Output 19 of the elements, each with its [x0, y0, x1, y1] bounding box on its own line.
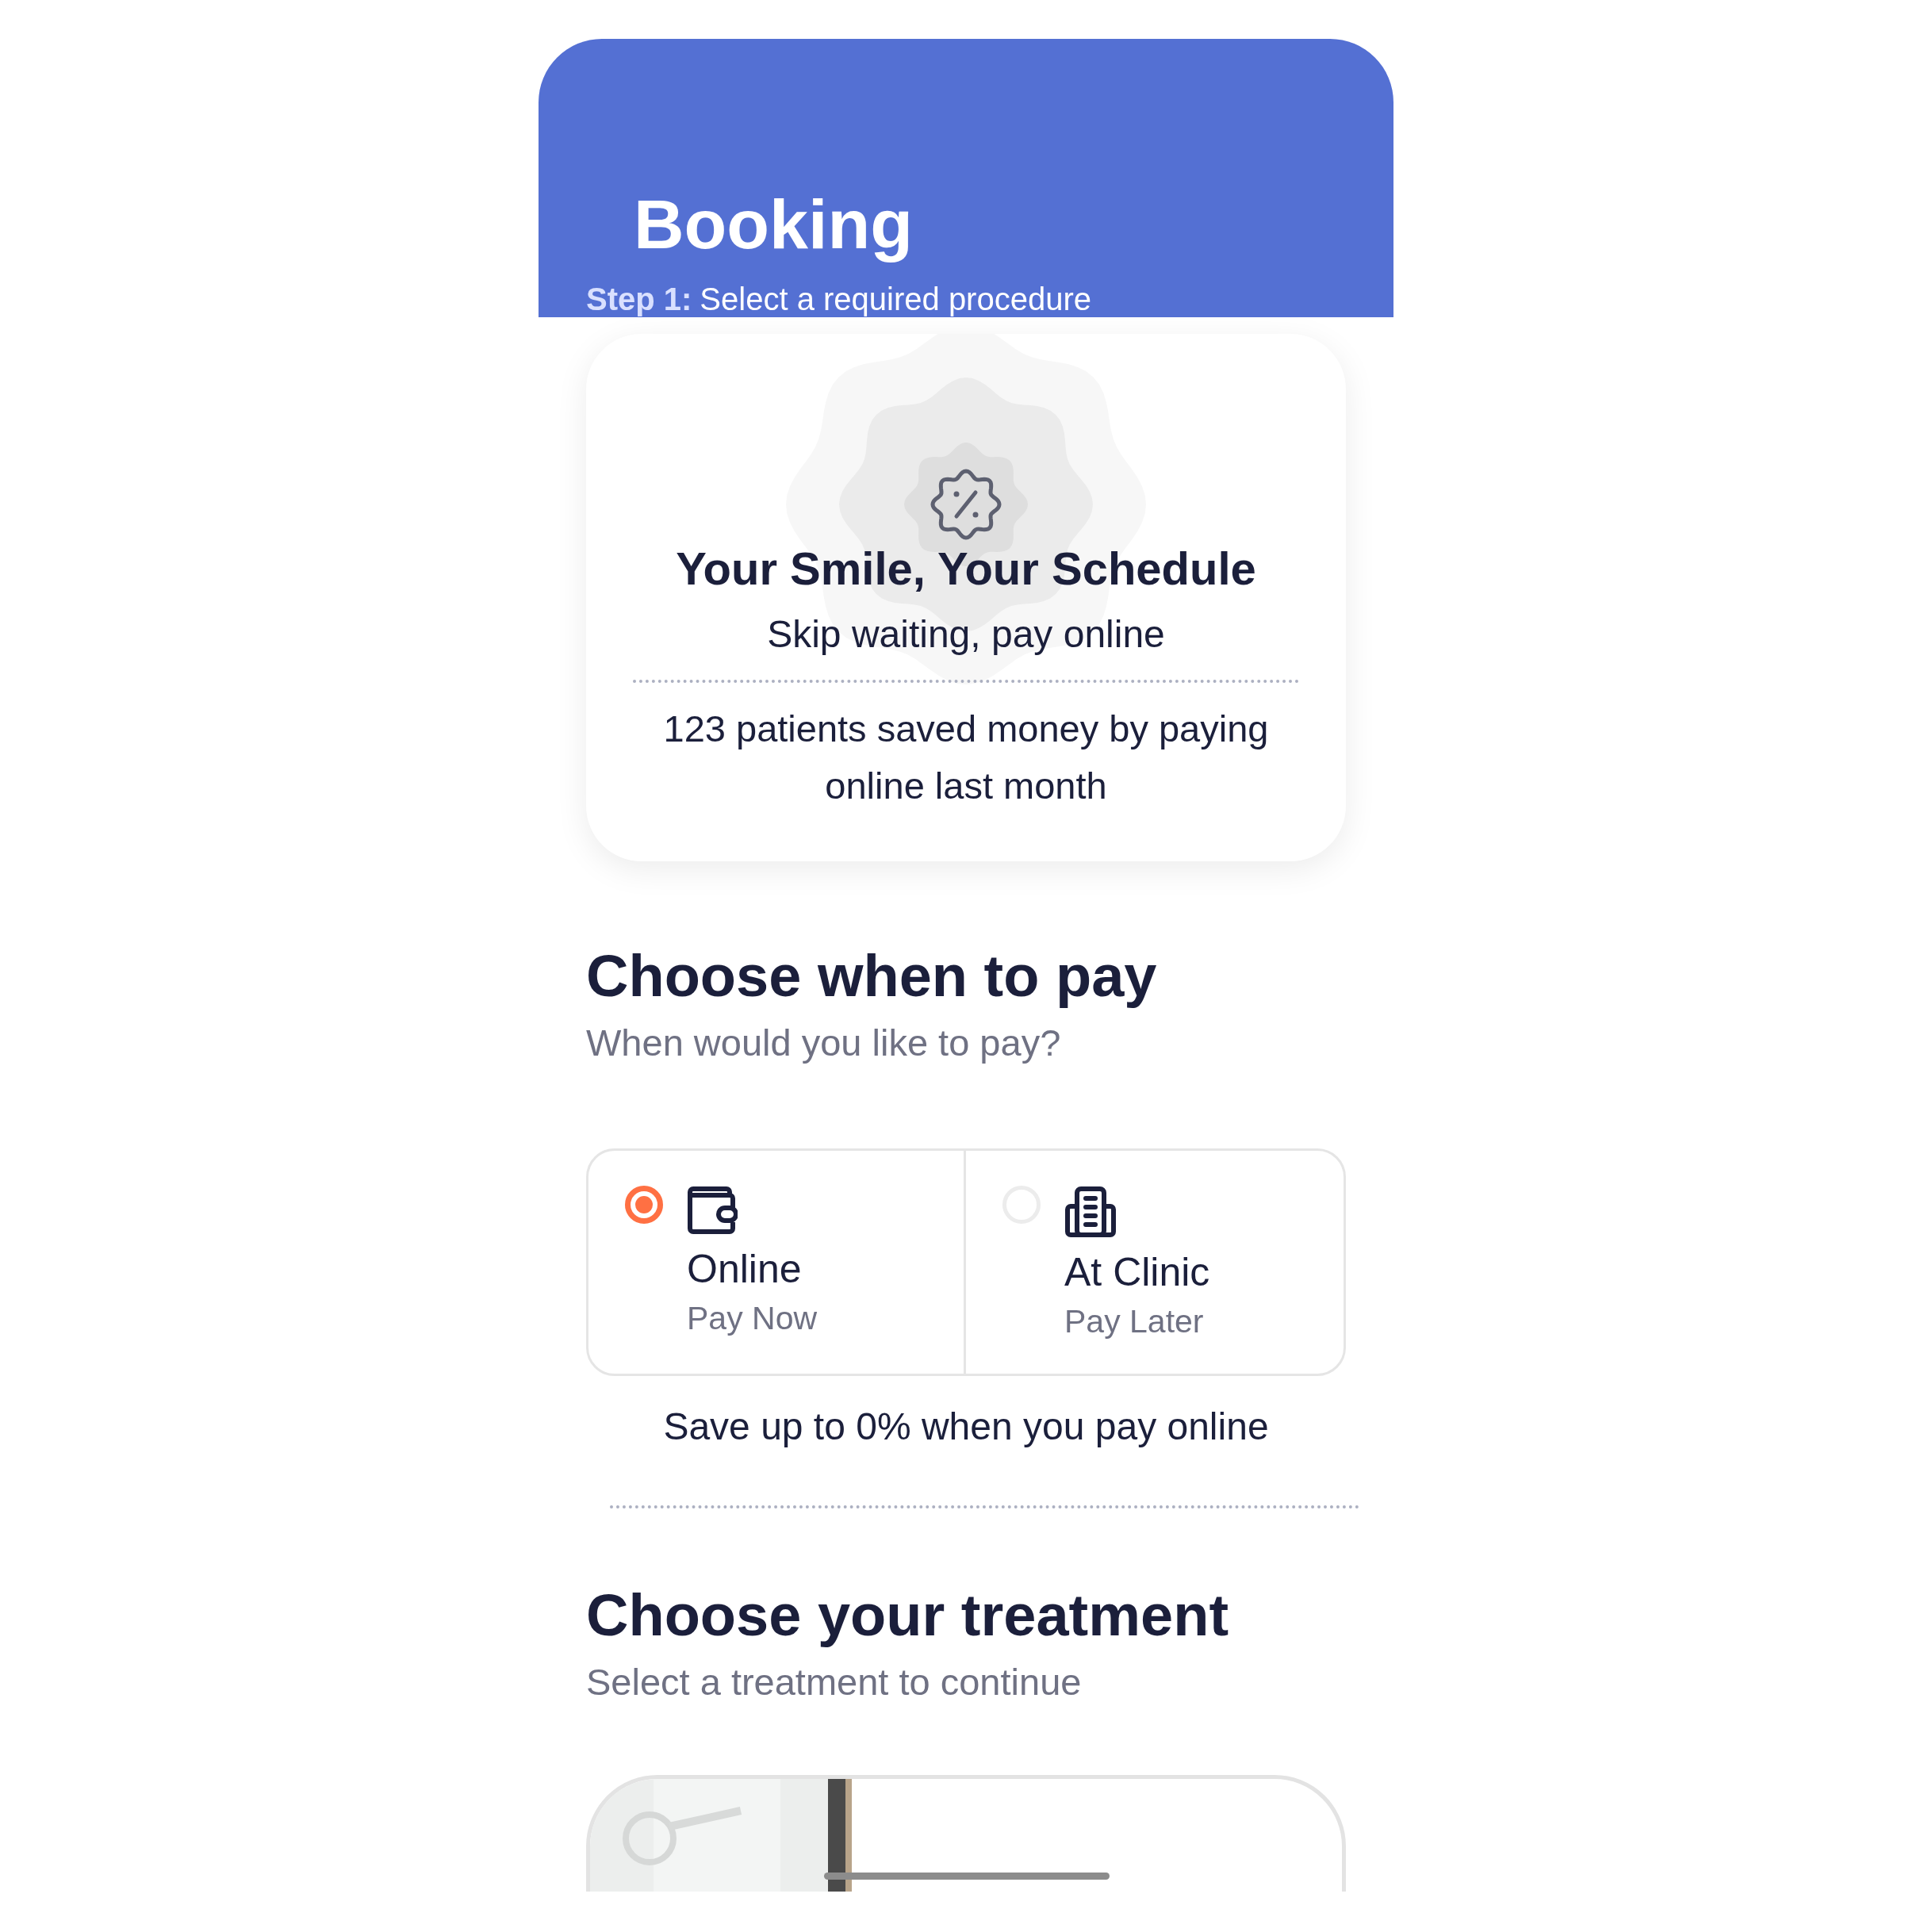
option-title: At Clinic	[1064, 1249, 1210, 1295]
promo-stat: 123 patients saved money by paying online last month	[662, 707, 1270, 808]
savings-note: Save up to 0% when you pay online	[662, 1405, 1270, 1448]
payment-option[interactable]: At Clinic Pay Later	[966, 1151, 1344, 1374]
section-heading: Choose your treatment	[586, 1581, 1230, 1649]
option-title: Online	[687, 1246, 803, 1292]
step-text: Step 1: Select a required procedure	[586, 282, 1092, 317]
option-subtitle: Pay Later	[1064, 1303, 1205, 1340]
building-icon	[1064, 1186, 1117, 1238]
section-subheading: When would you like to pay?	[586, 1021, 1062, 1064]
section-subheading: Select a treatment to continue	[586, 1660, 1083, 1704]
promo-title: Your Smile, Your Schedule	[676, 542, 1256, 595]
wallet-icon	[687, 1186, 738, 1235]
radio-button[interactable]	[625, 1186, 663, 1224]
payment-option[interactable]: Online Pay Now	[588, 1151, 966, 1374]
treatment-card[interactable]	[586, 1775, 1346, 1892]
section-heading: Choose when to pay	[586, 942, 1158, 1010]
option-subtitle: Pay Now	[687, 1300, 818, 1337]
promo-subtitle: Skip waiting, pay online	[767, 612, 1165, 656]
